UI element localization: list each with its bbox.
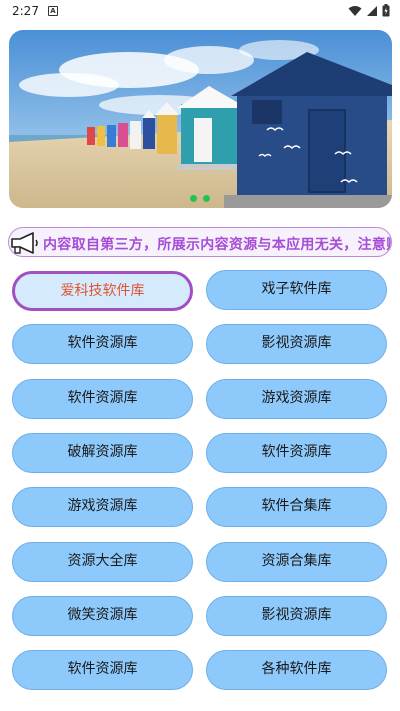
library-button[interactable]: 各种软件库 <box>206 650 387 691</box>
library-button[interactable]: 资源合集库 <box>206 541 387 582</box>
library-button[interactable]: 资源大全库 <box>12 541 193 582</box>
library-button[interactable]: 软件资源库 <box>206 432 387 473</box>
library-button[interactable]: 软件合集库 <box>206 487 387 528</box>
library-button[interactable]: 破解资源库 <box>12 432 193 473</box>
notice-marquee: 内容取自第三方，所展示内容资源与本应用无关，注意财产 <box>8 227 392 257</box>
library-button[interactable]: 影视资源库 <box>206 324 387 365</box>
library-button[interactable]: 微笑资源库 <box>12 595 193 636</box>
signal-icon <box>367 5 377 16</box>
megaphone-icon <box>11 232 38 254</box>
library-button[interactable]: 游戏资源库 <box>206 378 387 419</box>
wifi-icon <box>348 5 362 16</box>
library-button[interactable]: 软件资源库 <box>12 324 193 365</box>
library-button[interactable]: 软件资源库 <box>12 650 193 691</box>
status-time: 2:27 <box>12 4 39 18</box>
library-button[interactable]: 爱科技软件库 <box>12 271 193 311</box>
battery-icon <box>382 4 390 17</box>
library-button[interactable]: 影视资源库 <box>206 595 387 636</box>
beach-huts-image <box>9 30 392 208</box>
carousel-dot[interactable] <box>203 195 210 202</box>
carousel-dot[interactable] <box>190 195 197 202</box>
library-button[interactable]: 游戏资源库 <box>12 487 193 528</box>
library-button[interactable]: 戏子软件库 <box>206 270 387 310</box>
carousel-indicator[interactable] <box>190 195 210 202</box>
library-button[interactable]: 软件资源库 <box>12 378 193 419</box>
notice-text: 内容取自第三方，所展示内容资源与本应用无关，注意财产 <box>43 237 392 253</box>
status-bar: 2:27 A <box>0 0 400 24</box>
notification-a-icon: A <box>48 6 58 16</box>
banner-carousel[interactable] <box>9 30 392 208</box>
status-icons <box>348 4 390 17</box>
